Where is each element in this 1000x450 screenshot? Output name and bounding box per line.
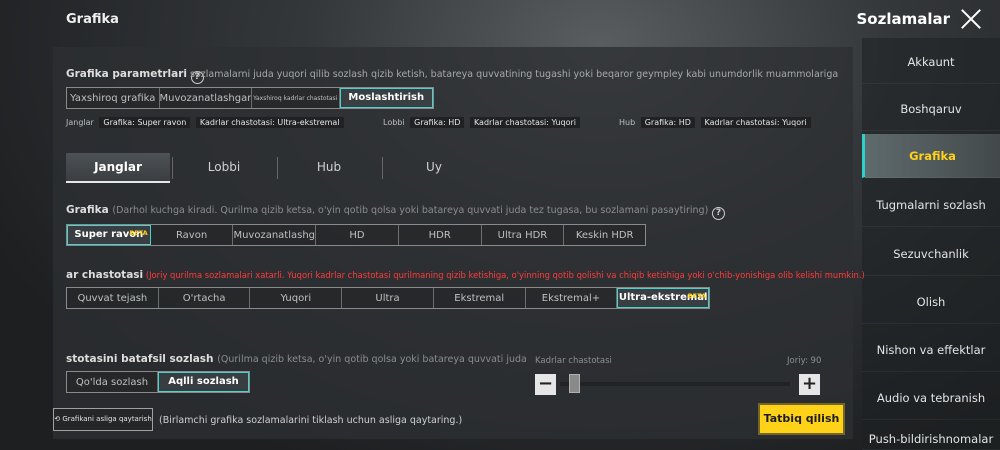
beta-badge: BETA [687,292,707,300]
frame-rate-option[interactable]: O'rtacha [158,288,251,308]
summary-janglar: Janglar Grafika: Super ravon Kadrlar cha… [66,117,344,128]
slider-label: Kadrlar chastotasi [535,356,612,366]
slider-handle[interactable] [569,374,581,393]
smart-mode-option[interactable]: Aqlli sozlash [158,372,249,392]
plus-icon[interactable]: + [799,374,820,395]
detailed-mode-selector: Qo'lda sozlash Aqlli sozlash [66,371,250,393]
frame-rate-slider[interactable] [560,382,790,386]
reset-graphics-button[interactable]: ⟲ Grafikani asliga qaytarish [53,408,153,431]
sidebar-item-tugmalar[interactable]: Tugmalarni sozlash [862,183,1000,227]
preset-selector: Yaxshiroq grafika Muvozanatlashgan Yaxsh… [66,87,434,109]
tab-uy[interactable]: Uy [382,153,486,183]
preset-option[interactable]: Yaxshiroq grafika [67,88,160,108]
sidebar-item-audio[interactable]: Audio va tebranish [862,376,1000,420]
sidebar-item-grafika[interactable]: Grafika [862,134,1000,178]
grafika-option[interactable]: Ultra HDR [481,225,565,245]
frame-rate-option[interactable]: Ekstremal [433,288,526,308]
tab-lobbi[interactable]: Lobbi [172,153,276,183]
sidebar-item-sezuvchanlik[interactable]: Sezuvchanlik [862,232,1000,276]
sidebar: Akkaunt Boshqaruv Grafika Tugmalarni soz… [862,38,1000,450]
slider-current: Joriy: 90 [787,356,822,366]
manual-mode-option[interactable]: Qo'lda sozlash [67,372,158,392]
preset-option[interactable]: Yaxshiroq kadrlar chastotasi [252,88,340,108]
grafika-option-selected[interactable]: Super ravon BETA [67,225,151,245]
grafika-option[interactable]: HD [316,225,399,245]
sidebar-item-olish[interactable]: Olish [862,280,1000,324]
grafika-option[interactable]: Ravon [150,225,234,245]
grafika-option[interactable]: HDR [398,225,482,245]
grafika-selector: Super ravon BETA Ravon Muvozanatlashgan … [66,224,646,246]
frame-rate-warning: (Joriy qurilma sozlamalari xatarli. Yuqo… [145,270,865,280]
graphics-params-description: sozlamalarni juda yuqori qilib sozlash q… [190,69,838,80]
reset-note: (Birlamchi grafika sozlamalarini tiklash… [159,415,463,426]
tab-hub[interactable]: Hub [277,153,381,183]
frame-rate-option[interactable]: Quvvat tejash [67,288,159,308]
frame-rate-option-selected[interactable]: Ultra-ekstremal BETA [617,288,710,308]
frame-rate-selector: Quvvat tejash O'rtacha Yuqori Ultra Ekst… [66,287,710,309]
help-icon[interactable]: ? [711,207,725,220]
frame-rate-option[interactable]: Yuqori [250,288,343,308]
frame-rate-option[interactable]: Ultra [342,288,434,308]
frame-rate-title: ar chastotasi (Joriy qurilma sozlamalari… [66,269,865,281]
summary-hub: Hub Grafika: HD Kadrlar chastotasi: Yuqo… [619,117,811,128]
grafika-title: Grafika (Darhol kuchga kiradi. Qurilma q… [66,204,725,220]
close-icon[interactable] [958,6,984,32]
graphics-params-title: Grafika parametrlari ? [66,68,204,84]
sidebar-item-nishon[interactable]: Nishon va effektlar [862,328,1000,372]
detailed-title: stotasini batafsil sozlash (Qurilma qizi… [66,353,526,365]
minus-icon[interactable]: − [535,374,556,395]
top-bar: Grafika Sozlamalar [0,0,1000,38]
tab-janglar[interactable]: Janglar [66,153,170,183]
grafika-option[interactable]: Keskin HDR [564,225,646,245]
grafika-option[interactable]: Muvozanatlashgan [233,225,317,245]
sidebar-item-push[interactable]: Push-bildirishnomalar [862,424,1000,450]
sidebar-item-akkaunt[interactable]: Akkaunt [862,40,1000,84]
preset-option-selected[interactable]: Moslashtirish [339,88,434,108]
apply-button[interactable]: Tatbiq qilish [760,405,843,433]
section-title: Grafika [66,12,119,27]
summary-lobbi: Lobbi Grafika: HD Kadrlar chastotasi: Yu… [383,117,581,128]
preset-option[interactable]: Muvozanatlashgan [159,88,252,108]
sidebar-item-boshqaruv[interactable]: Boshqaruv [862,87,1000,131]
frame-rate-option[interactable]: Ekstremal+ [525,288,618,308]
settings-title: Sozlamalar [856,10,950,28]
mode-tabs: Janglar Lobbi Hub Uy [66,153,826,183]
beta-badge: BETA [129,229,148,237]
